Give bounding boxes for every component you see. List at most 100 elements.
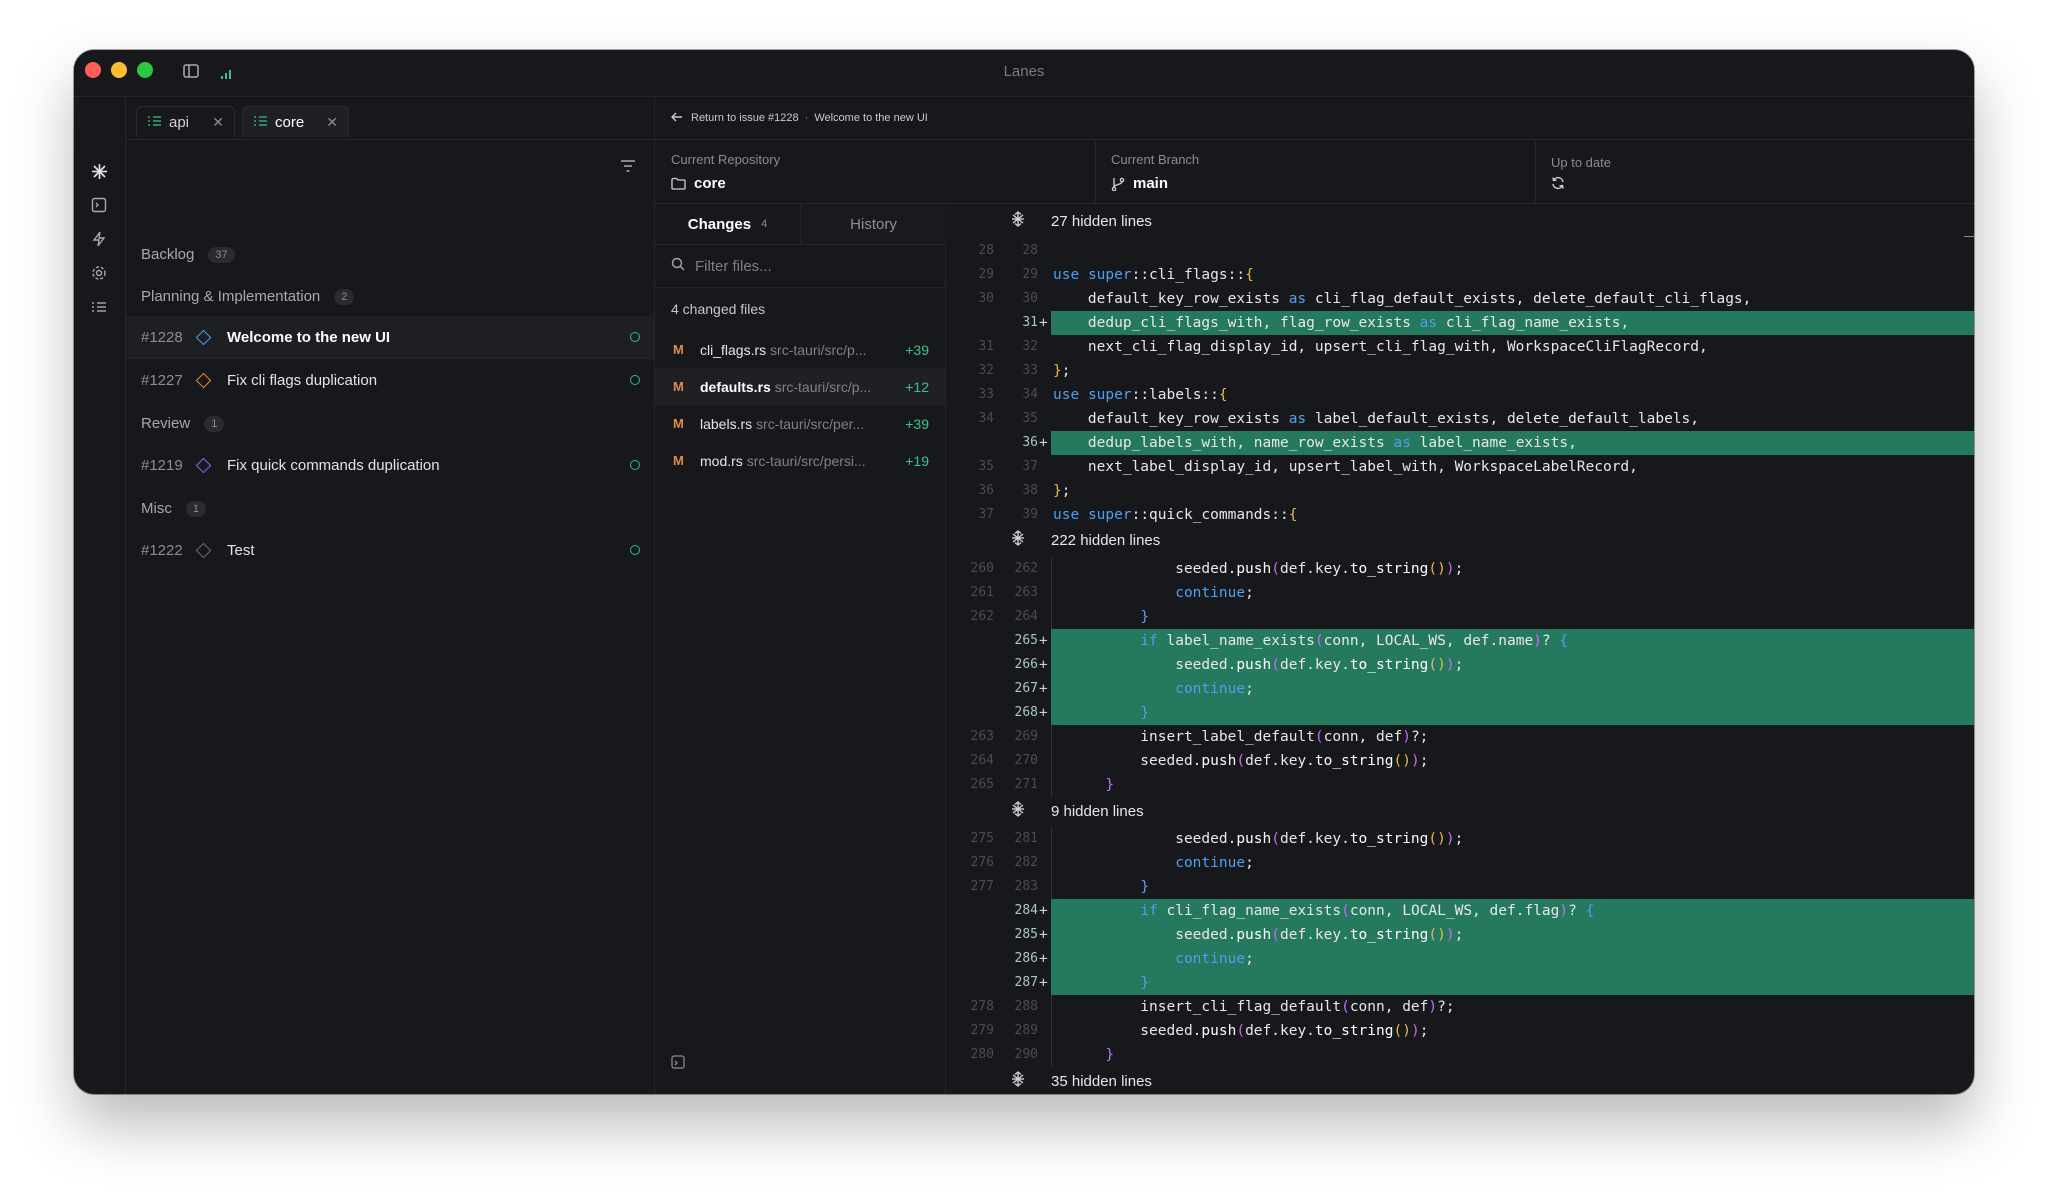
file-name: labels.rs	[700, 415, 753, 432]
expand-icon[interactable]	[1010, 530, 1026, 550]
file-row[interactable]: M defaults.rs src-tauri/src/p... +12	[655, 368, 945, 405]
filter-files	[655, 245, 945, 288]
additions-count: +39	[905, 341, 929, 358]
diff-line: 276 282 continue;	[946, 851, 1974, 875]
expand-hidden-lines[interactable]: 9 hidden lines	[946, 798, 1974, 824]
file-row[interactable]: M cli_flags.rs src-tauri/src/p... +39	[655, 331, 945, 368]
expand-icon[interactable]	[1010, 801, 1026, 821]
tab-core[interactable]: core ✕	[242, 106, 349, 137]
repo-value: core	[671, 175, 726, 192]
priority-diamond-icon	[195, 329, 212, 345]
expand-hidden-lines[interactable]: 27 hidden lines	[946, 208, 1974, 234]
issue-number: #1219	[141, 456, 183, 474]
breadcrumb-separator: ·	[804, 112, 809, 124]
group-misc[interactable]: Misc 1	[141, 500, 206, 517]
diff-line: 29 29 use super::cli_flags::{	[978, 267, 1254, 283]
hidden-lines-label: 222 hidden lines	[1051, 531, 1161, 549]
repo-label: Current Repository	[671, 152, 781, 167]
diff-line-added: 266 + seeded.push(def.key.to_string());	[946, 653, 1974, 677]
issue-number: #1222	[141, 541, 183, 559]
current-repository[interactable]: Current Repository core	[655, 140, 1096, 203]
issue-title: Test	[227, 541, 255, 559]
issue-title: Fix quick commands duplication	[227, 456, 440, 474]
expand-hidden-lines[interactable]: 222 hidden lines	[946, 527, 1974, 553]
changes-tabs: Changes 4 History	[655, 204, 946, 245]
group-count: 1	[204, 415, 225, 432]
terminal-icon[interactable]	[91, 197, 108, 214]
title-bar: Lanes	[74, 50, 1974, 97]
file-row[interactable]: M labels.rs src-tauri/src/per... +39	[655, 405, 945, 442]
file-path: src-tauri/src/per...	[756, 415, 865, 432]
diff-line: 264 270 seeded.push(def.key.to_string());	[946, 749, 1974, 773]
group-review[interactable]: Review 1	[141, 415, 225, 432]
additions-count: +39	[905, 415, 929, 432]
group-planning[interactable]: Planning & Implementation 2	[141, 288, 355, 305]
diff-line-added: 284 + if cli_flag_name_exists(conn, LOCAL…	[946, 899, 1974, 923]
diff-line: 34 35 default_key_row_exists as label_def…	[978, 411, 1700, 427]
diff-line: 262 264 }	[946, 605, 1974, 629]
search-icon	[671, 257, 685, 276]
issue-row[interactable]: #1227 Fix cli flags duplication	[126, 359, 654, 401]
priority-diamond-icon	[195, 542, 212, 558]
issue-row[interactable]: #1222 Test	[126, 529, 654, 571]
diff-line: 279 289 seeded.push(def.key.to_string());	[946, 1019, 1974, 1043]
file-row[interactable]: M mod.rs src-tauri/src/persi... +19	[655, 442, 945, 479]
close-icon[interactable]: ✕	[326, 114, 338, 131]
close-icon[interactable]: ✕	[212, 114, 224, 131]
git-branch-icon	[1111, 177, 1125, 191]
repo-info-bar: Current Repository core Current Branch m…	[655, 140, 1974, 204]
repo-name: core	[694, 175, 726, 192]
hidden-lines-label: 9 hidden lines	[1051, 802, 1144, 820]
group-label: Misc	[141, 500, 172, 517]
arrow-left-icon[interactable]	[671, 112, 683, 125]
expand-hidden-lines[interactable]: 35 hidden lines	[946, 1068, 1974, 1094]
issues-panel: api ✕ core ✕ Backlog 37 Planning & Imple…	[126, 97, 655, 1094]
group-backlog[interactable]: Backlog 37	[141, 246, 235, 263]
priority-diamond-icon	[195, 457, 212, 473]
diff-line: 261 263 continue;	[946, 581, 1974, 605]
return-to-issue-link[interactable]: Return to issue #1228	[691, 112, 799, 124]
lightning-icon[interactable]	[91, 231, 108, 248]
tab-history[interactable]: History	[800, 204, 946, 244]
diff-line-added: 265 + if label_name_exists(conn, LOCAL_WS…	[946, 629, 1974, 653]
tab-api-label: api	[169, 113, 190, 131]
sparkle-icon[interactable]	[91, 163, 108, 180]
tab-core-label: core	[275, 113, 305, 131]
modified-status: M	[673, 416, 684, 431]
diff-line: 35 37 next_label_display_id, upsert_label…	[978, 459, 1638, 475]
diff-viewer: 27 hidden lines 28 28 29 29 use super::cli_…	[946, 204, 1974, 1094]
issue-row[interactable]: #1219 Fix quick commands duplication	[126, 444, 654, 486]
file-path: src-tauri/src/persi...	[746, 452, 866, 469]
scroll-indicator	[1964, 236, 1974, 237]
group-label: Backlog	[141, 246, 195, 263]
expand-icon[interactable]	[1010, 211, 1026, 231]
modified-status: M	[673, 379, 684, 394]
diff-line-added: 267 + continue;	[946, 677, 1974, 701]
group-count: 37	[208, 246, 235, 263]
task-list-icon	[254, 114, 267, 131]
additions-count: +12	[905, 378, 929, 395]
task-list-icon[interactable]	[91, 299, 108, 316]
sync-status[interactable]: Up to date	[1535, 140, 1974, 203]
diff-line-added: 286 + continue;	[946, 947, 1974, 971]
file-path: src-tauri/src/p...	[774, 378, 872, 395]
file-name: defaults.rs	[700, 378, 771, 395]
panel-toggle-icon[interactable]	[671, 1055, 685, 1074]
refresh-icon[interactable]	[1551, 176, 1573, 190]
filter-icon[interactable]	[620, 159, 636, 178]
workspace-tabs: api ✕ core ✕	[126, 97, 654, 140]
expand-icon[interactable]	[1010, 1071, 1026, 1091]
changed-files-summary: 4 changed files	[671, 301, 766, 317]
filter-files-input[interactable]	[693, 256, 917, 276]
current-branch[interactable]: Current Branch main	[1095, 140, 1536, 203]
file-name: mod.rs	[700, 452, 743, 469]
tab-changes[interactable]: Changes 4	[655, 204, 800, 244]
issue-row[interactable]: #1228 Welcome to the new UI	[126, 316, 654, 358]
tab-api[interactable]: api ✕	[136, 106, 235, 137]
group-label: Review	[141, 415, 191, 432]
additions-count: +19	[905, 452, 929, 469]
diff-line-added: 268 + }	[946, 701, 1974, 725]
hidden-lines-label: 27 hidden lines	[1051, 212, 1152, 230]
gear-icon[interactable]	[91, 265, 108, 282]
diff-line: 263 269 insert_label_default(conn, def)?;	[946, 725, 1974, 749]
